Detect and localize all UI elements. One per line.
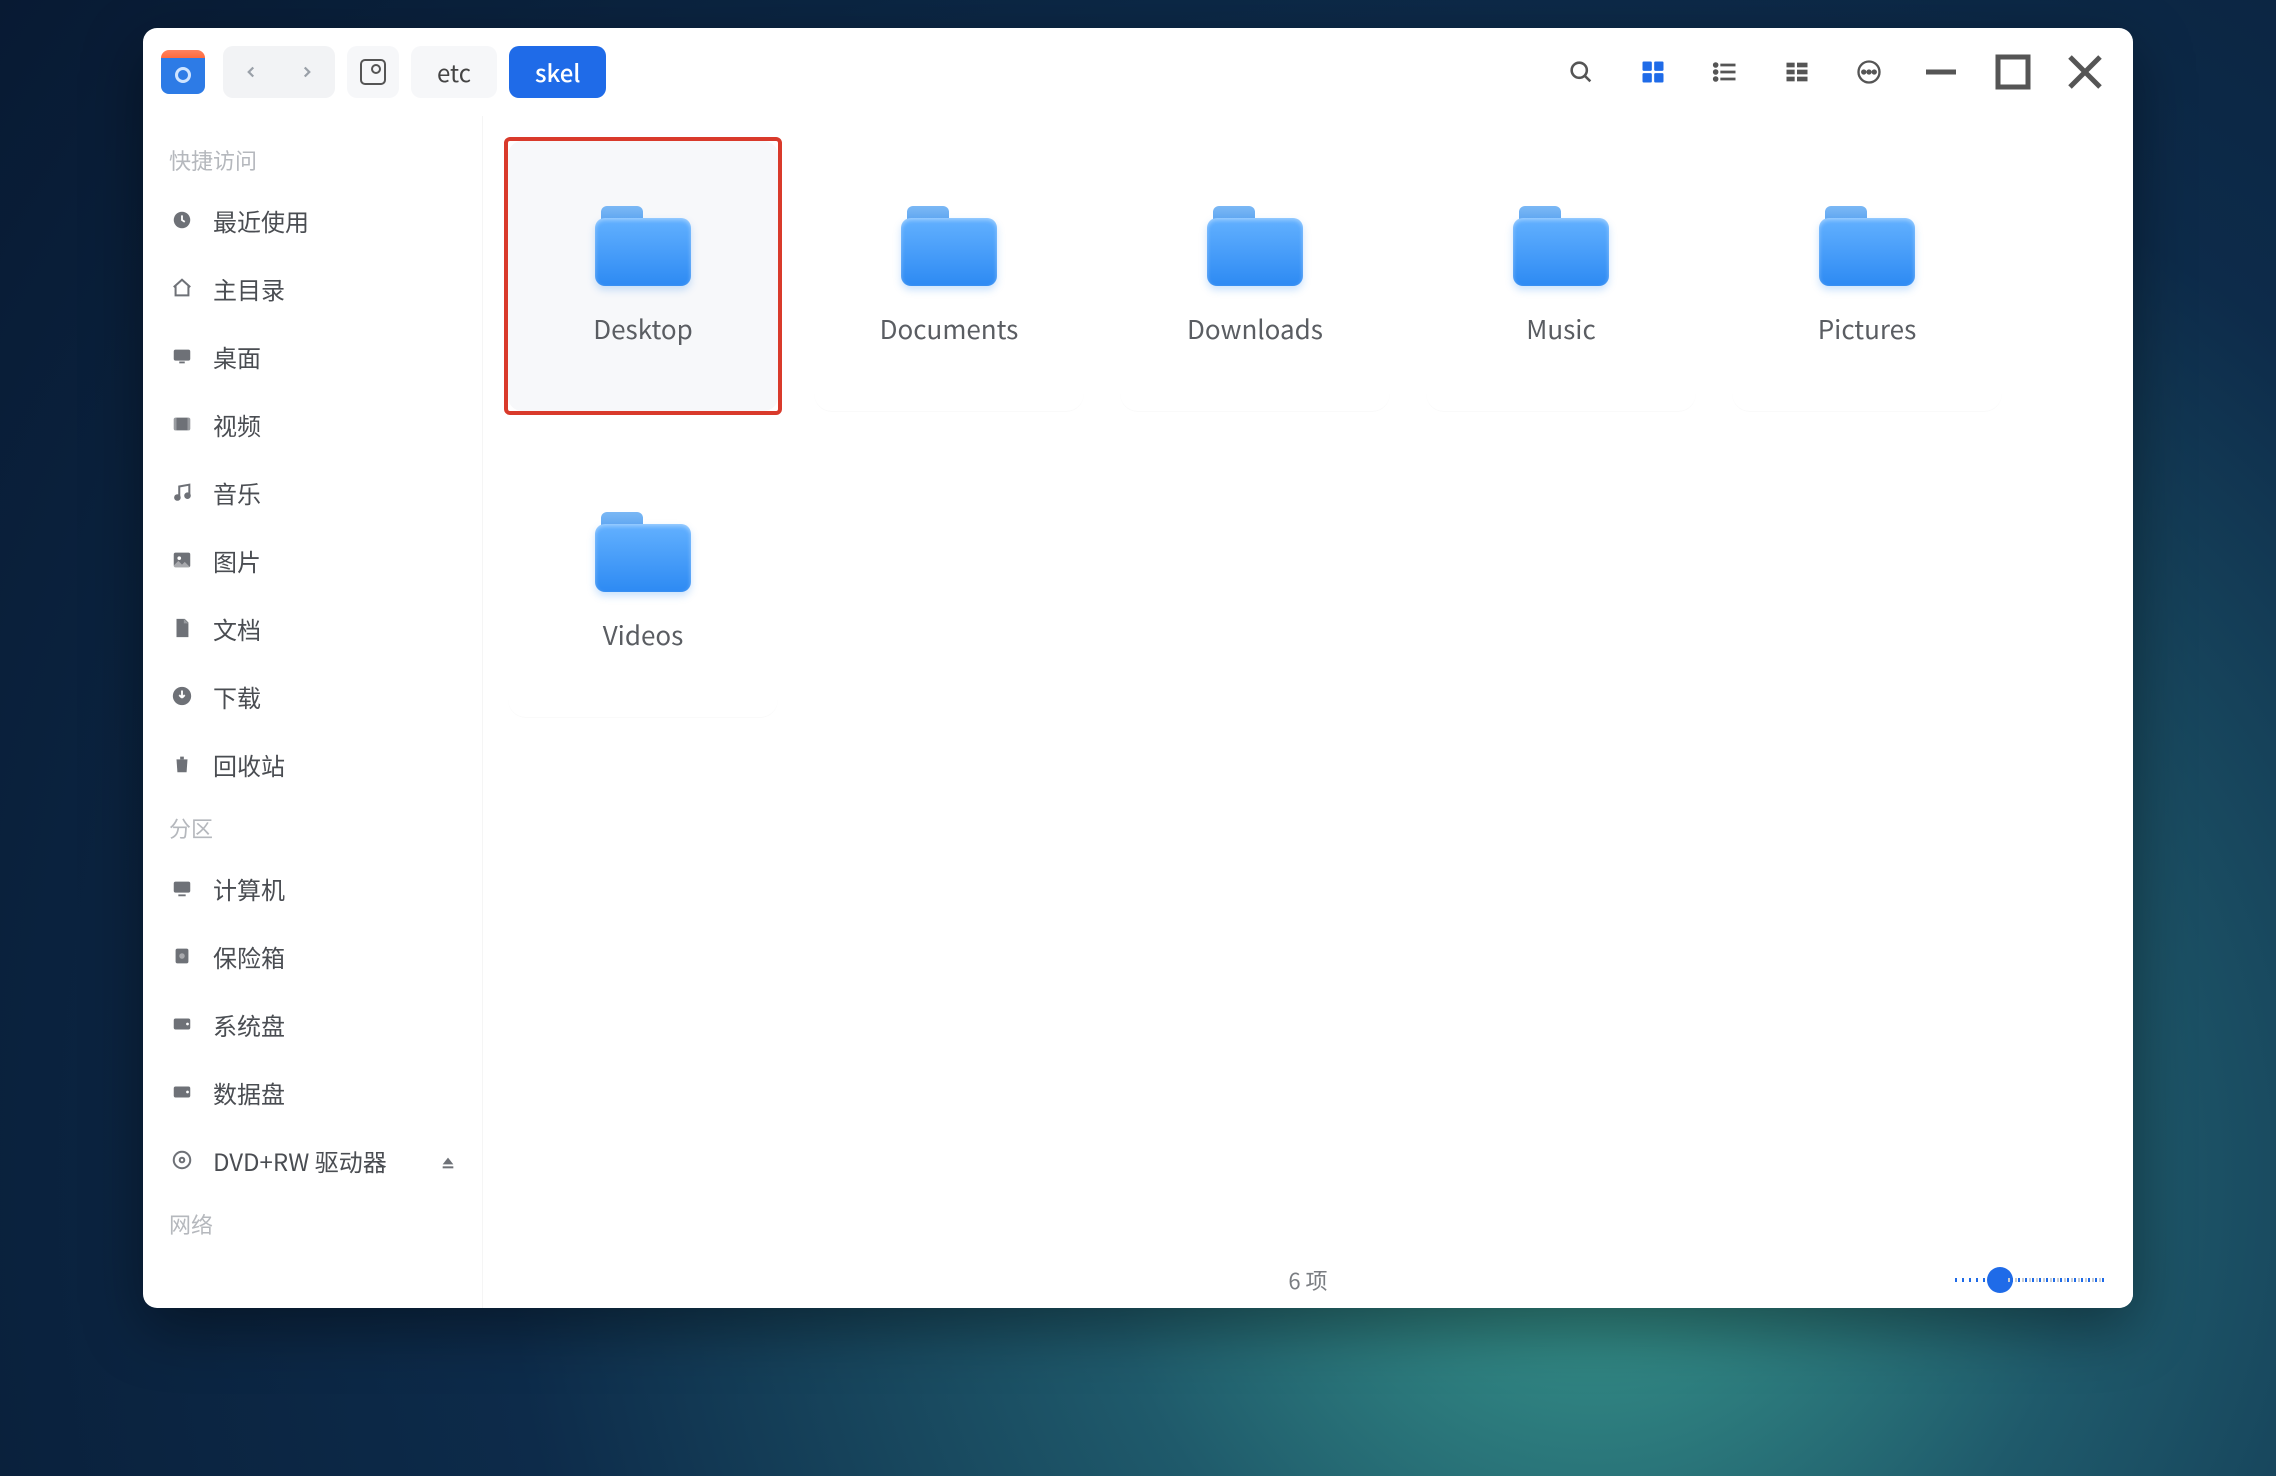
sidebar-item-pictures[interactable]: 图片 (143, 526, 482, 594)
picture-icon (169, 549, 195, 571)
sidebar-item-label: 保险箱 (213, 939, 285, 974)
breadcrumb-root-disk[interactable] (347, 46, 399, 98)
sidebar-item-systemdisk[interactable]: 系统盘 (143, 990, 482, 1058)
more-menu-button[interactable] (1839, 42, 1899, 102)
folder-label: Downloads (1187, 310, 1323, 347)
video-icon (169, 413, 195, 435)
sidebar-section-network: 网络 (143, 1194, 482, 1250)
clock-icon (169, 209, 195, 231)
forward-button[interactable] (279, 46, 335, 98)
breadcrumb-etc[interactable]: etc (411, 46, 497, 98)
content-area[interactable]: Desktop Documents Downloads Music Pictures Vi… (483, 116, 2133, 1308)
sidebar-item-dvdrw[interactable]: DVD+RW 驱动器 (143, 1126, 482, 1194)
sidebar-item-desktop[interactable]: 桌面 (143, 322, 482, 390)
nav-back-forward-group (223, 46, 335, 98)
sidebar-item-videos[interactable]: 视频 (143, 390, 482, 458)
disc-icon (169, 1149, 195, 1171)
file-manager-window: etc skel 快捷访问 (143, 28, 2133, 1308)
sidebar-item-recent[interactable]: 最近使用 (143, 186, 482, 254)
zoom-thumb[interactable] (1987, 1267, 2013, 1293)
sidebar-item-label: 主目录 (213, 271, 285, 306)
sidebar-item-datadisk[interactable]: 数据盘 (143, 1058, 482, 1126)
computer-icon (169, 877, 195, 899)
folder-label: Music (1526, 310, 1595, 347)
folder-icon (1513, 206, 1609, 286)
folder-tile-videos[interactable]: Videos (508, 447, 778, 717)
zoom-slider[interactable] (1955, 1266, 2105, 1294)
sidebar: 快捷访问 最近使用 主目录 桌面 视频 音乐 (143, 116, 483, 1308)
disk-icon (360, 59, 386, 85)
folder-label: Desktop (593, 310, 693, 347)
desktop-icon (169, 345, 195, 367)
minimize-button[interactable] (1911, 42, 1971, 102)
download-icon (169, 685, 195, 707)
sidebar-item-home[interactable]: 主目录 (143, 254, 482, 322)
sidebar-item-label: 回收站 (213, 747, 285, 782)
sidebar-item-label: 音乐 (213, 475, 261, 510)
folder-label: Documents (880, 310, 1019, 347)
eject-icon[interactable] (440, 1143, 456, 1178)
status-text: 6 项 (1288, 1264, 1327, 1296)
folder-icon (901, 206, 997, 286)
titlebar: etc skel (143, 28, 2133, 116)
music-icon (169, 481, 195, 503)
disk-icon (169, 1013, 195, 1035)
folder-tile-music[interactable]: Music (1426, 141, 1696, 411)
sidebar-item-label: 桌面 (213, 339, 261, 374)
sidebar-item-vault[interactable]: 保险箱 (143, 922, 482, 990)
sidebar-item-label: 视频 (213, 407, 261, 442)
folder-icon (1207, 206, 1303, 286)
sidebar-section-partition: 分区 (143, 798, 482, 854)
sidebar-item-documents[interactable]: 文档 (143, 594, 482, 662)
zoom-track (1955, 1278, 2105, 1282)
sidebar-item-downloads[interactable]: 下载 (143, 662, 482, 730)
view-icons-button[interactable] (1623, 42, 1683, 102)
folder-grid: Desktop Documents Downloads Music Pictures Vi… (483, 116, 2133, 807)
folder-label: Videos (603, 616, 684, 653)
sidebar-item-trash[interactable]: 回收站 (143, 730, 482, 798)
sidebar-item-music[interactable]: 音乐 (143, 458, 482, 526)
trash-icon (169, 753, 195, 775)
folder-tile-documents[interactable]: Documents (814, 141, 1084, 411)
folder-tile-pictures[interactable]: Pictures (1732, 141, 2002, 411)
sidebar-item-computer[interactable]: 计算机 (143, 854, 482, 922)
search-button[interactable] (1551, 42, 1611, 102)
sidebar-item-label: 系统盘 (213, 1007, 285, 1042)
sidebar-section-quickaccess: 快捷访问 (143, 130, 482, 186)
folder-tile-desktop[interactable]: Desktop (508, 141, 778, 411)
disk-icon (169, 1081, 195, 1103)
maximize-button[interactable] (1983, 42, 2043, 102)
folder-tile-downloads[interactable]: Downloads (1120, 141, 1390, 411)
back-button[interactable] (223, 46, 279, 98)
sidebar-item-label: 计算机 (213, 871, 285, 906)
folder-icon (1819, 206, 1915, 286)
sidebar-item-label: 下载 (213, 679, 261, 714)
breadcrumb-skel[interactable]: skel (509, 46, 606, 98)
view-list-button[interactable] (1695, 42, 1755, 102)
folder-icon (595, 206, 691, 286)
folder-label: Pictures (1818, 310, 1917, 347)
sidebar-item-label: 数据盘 (213, 1075, 285, 1110)
sidebar-item-label: 图片 (213, 543, 261, 578)
status-bar: 6 项 (483, 1252, 2133, 1308)
sidebar-item-label: DVD+RW 驱动器 (213, 1143, 387, 1178)
document-icon (169, 617, 195, 639)
view-detail-button[interactable] (1767, 42, 1827, 102)
vault-icon (169, 945, 195, 967)
sidebar-item-label: 最近使用 (213, 203, 309, 238)
home-icon (169, 277, 195, 299)
close-button[interactable] (2055, 42, 2115, 102)
folder-icon (595, 512, 691, 592)
app-icon (161, 50, 205, 94)
sidebar-item-label: 文档 (213, 611, 261, 646)
